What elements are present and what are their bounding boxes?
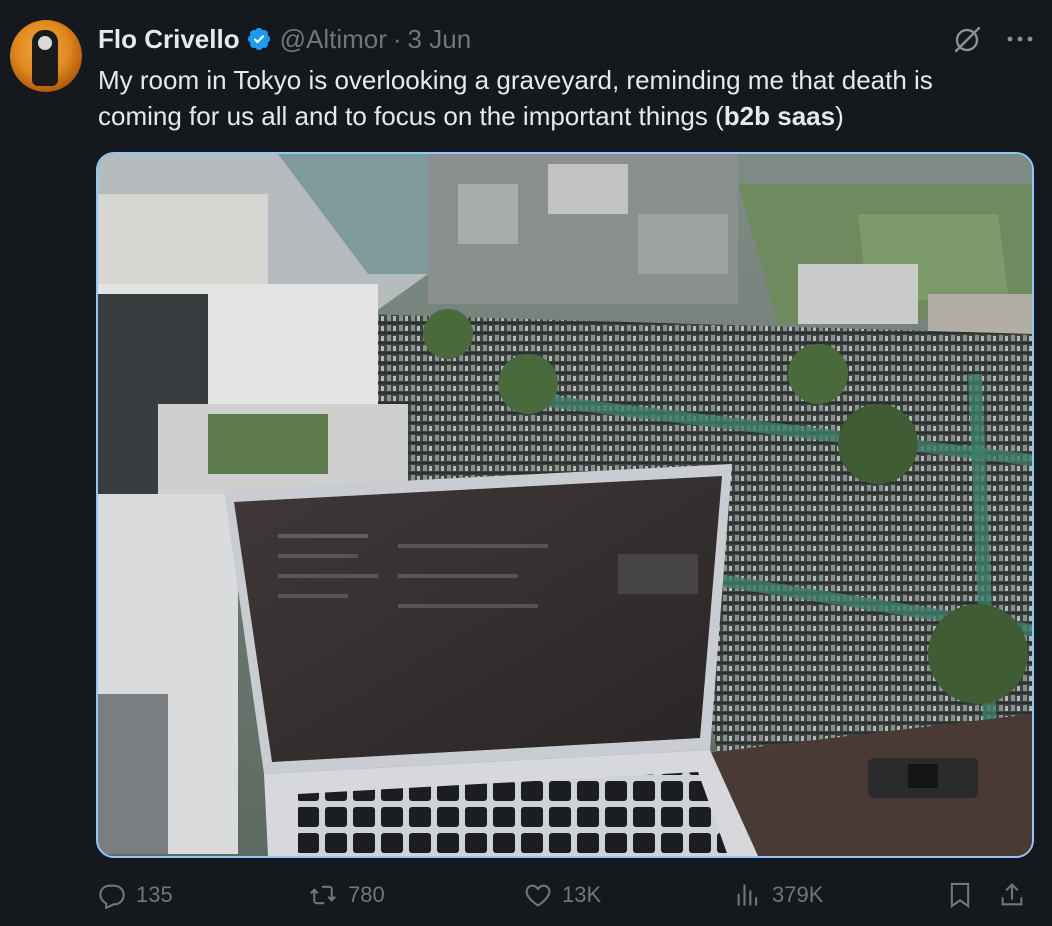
views-icon <box>734 881 762 909</box>
more-icon[interactable] <box>1006 34 1034 44</box>
top-right-icons <box>952 24 1034 54</box>
tweet-header: Flo Crivello @Altimor · 3 Jun <box>98 22 471 56</box>
action-bar: 135 780 13K 379K <box>98 872 1036 918</box>
like-count: 13K <box>562 882 602 907</box>
verified-badge-icon <box>246 26 272 52</box>
separator-dot: · <box>392 23 402 54</box>
retweet-icon <box>308 881 338 909</box>
bookmark-icon <box>946 880 974 910</box>
tweet-text-bold: b2b saas <box>723 101 836 131</box>
retweet-count: 780 <box>348 882 385 907</box>
tweet-text-end: ) <box>835 101 844 131</box>
views-count: 379K <box>772 882 824 907</box>
tweet-text: My room in Tokyo is overlooking a gravey… <box>98 62 1018 134</box>
reply-count: 135 <box>136 882 173 907</box>
tweet-date[interactable]: 3 Jun <box>408 24 472 55</box>
like-icon <box>524 881 552 909</box>
tweet: Flo Crivello @Altimor · 3 Jun My room in <box>0 0 1052 926</box>
grok-icon[interactable] <box>952 24 982 54</box>
share-icon <box>998 880 1026 910</box>
avatar-figure <box>32 30 58 86</box>
author-handle[interactable]: @Altimor <box>280 24 387 55</box>
author-name[interactable]: Flo Crivello <box>98 24 240 55</box>
avatar[interactable] <box>10 20 82 92</box>
retweet-button[interactable]: 780 <box>308 881 385 909</box>
reply-icon <box>98 881 126 909</box>
share-button[interactable] <box>998 880 1026 910</box>
views-button[interactable]: 379K <box>734 881 823 909</box>
reply-button[interactable]: 135 <box>98 881 173 909</box>
bookmark-button[interactable] <box>946 880 974 910</box>
like-button[interactable]: 13K <box>524 881 601 909</box>
tweet-photo[interactable] <box>96 152 1034 858</box>
